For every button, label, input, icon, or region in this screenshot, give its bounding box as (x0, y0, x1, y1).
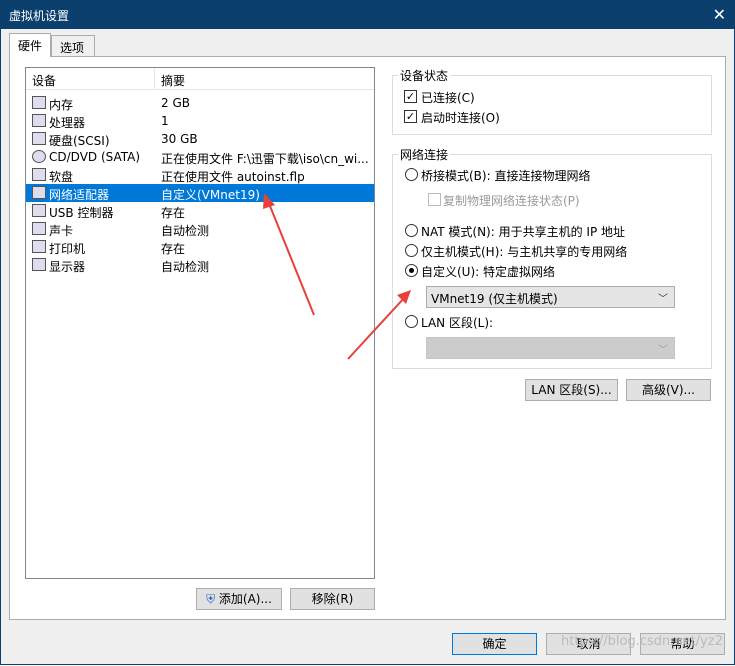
tab-hardware[interactable]: 硬件 (9, 33, 51, 57)
annotation-arrows (263, 193, 411, 360)
arrow-head-custom-select (397, 290, 411, 304)
arrow-head-network-row (263, 193, 275, 209)
arrow-to-network-row (267, 200, 315, 316)
settings-window: 虚拟机设置 ✕ 硬件 选项 设备 摘要 内存 2 GB 处理器 1 硬盘(SCS… (0, 0, 735, 665)
arrow-to-custom-select (347, 296, 406, 360)
